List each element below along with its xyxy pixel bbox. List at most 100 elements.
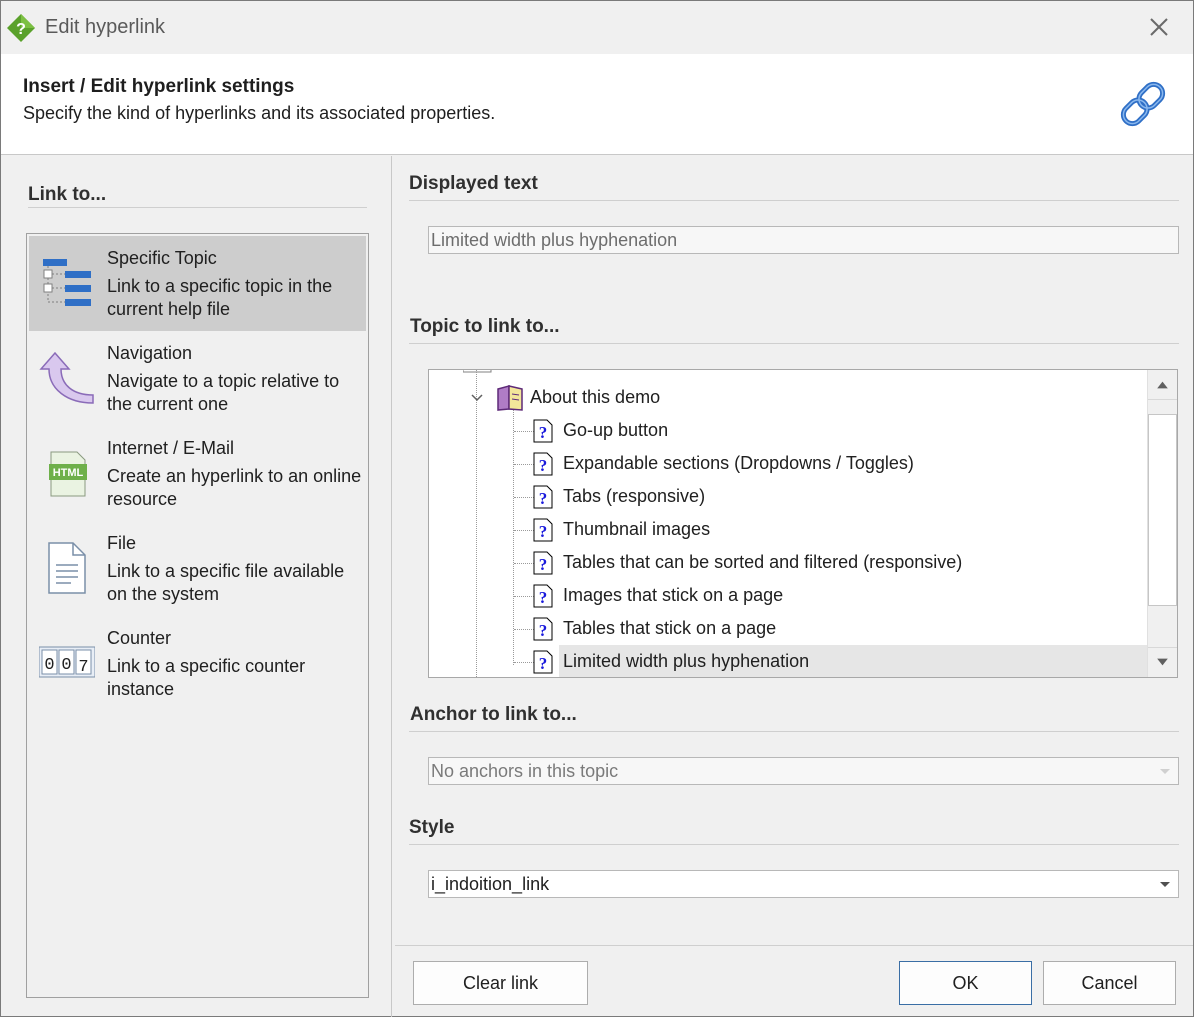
displayed-text-field[interactable]: Limited width plus hyphenation (428, 226, 1179, 254)
link-type-panel: Link to... Specific Topic Link to a spec… (1, 156, 392, 1017)
tree-node-topic[interactable]: ? Images that stick on a page (429, 579, 1147, 612)
window-title: Edit hyperlink (45, 16, 166, 38)
curved-arrow-icon (39, 351, 94, 404)
anchor-to-link-label: Anchor to link to... (410, 704, 577, 725)
link-type-internet-email[interactable]: HTML Internet / E-Mail Create an hyperli… (29, 426, 366, 521)
help-topic-icon: ? (533, 584, 553, 608)
svg-text:?: ? (539, 489, 548, 508)
link-type-counter[interactable]: 0 0 7 Counter Link to a specific counter… (29, 616, 366, 711)
style-select[interactable]: i_indoition_link (428, 870, 1179, 898)
edit-hyperlink-dialog: ? Edit hyperlink Insert / Edit hyperlink… (0, 0, 1194, 1017)
chevron-down-icon[interactable] (470, 393, 484, 403)
topic-divider (409, 343, 1179, 344)
help-topic-icon: ? (533, 617, 553, 641)
topic-tree-icon (43, 259, 91, 306)
tree-node-label: Images that stick on a page (563, 585, 784, 605)
tree-node-topic[interactable]: ? Tables that can be sorted and filtered… (429, 546, 1147, 579)
link-type-title: Navigation (107, 343, 193, 363)
scroll-up-arrow-icon[interactable] (1148, 370, 1177, 400)
link-type-description: Link to a specific file available on the… (107, 561, 345, 604)
svg-text:?: ? (539, 654, 548, 673)
link-to-heading: Link to... (28, 184, 107, 205)
link-type-list: Specific Topic Link to a specific topic … (26, 233, 369, 998)
anchor-select[interactable]: No anchors in this topic (428, 757, 1179, 785)
counter-digit: 0 (61, 656, 71, 675)
counter-digit: 0 (44, 656, 54, 675)
tree-node-label: Tables that stick on a page (563, 618, 777, 638)
link-type-navigation[interactable]: Navigation Navigate to a topic relative … (29, 331, 366, 426)
displayed-text-label: Displayed text (409, 173, 538, 194)
style-select-value: i_indoition_link (431, 874, 550, 894)
tree-node-label: Expandable sections (Dropdowns / Toggles… (563, 453, 914, 473)
displayed-text-divider (409, 200, 1179, 201)
link-type-title: File (107, 533, 137, 553)
tree-node-topic[interactable]: ? Thumbnail images (429, 513, 1147, 546)
style-label: Style (409, 817, 455, 838)
link-type-title: Internet / E-Mail (107, 438, 235, 458)
svg-text:HTML: HTML (53, 467, 84, 479)
link-to-divider (28, 207, 367, 208)
help-topic-icon: ? (533, 452, 553, 476)
clear-link-button[interactable]: Clear link (413, 961, 588, 1005)
help-topic-icon: ? (533, 485, 553, 509)
link-type-description: Create an hyperlink to an online resourc… (107, 466, 362, 509)
chevron-down-icon (1160, 769, 1170, 774)
buttons-divider (395, 945, 1193, 946)
chain-link-icon (1120, 81, 1166, 127)
link-type-description: Navigate to a topic relative to the curr… (107, 371, 340, 414)
dialog-header: Insert / Edit hyperlink settings Specify… (1, 54, 1193, 155)
svg-text:?: ? (539, 555, 548, 574)
svg-text:?: ? (539, 621, 548, 640)
tree-node-topic-selected[interactable]: ? Limited width plus hyphenation (429, 645, 1147, 677)
cancel-button[interactable]: Cancel (1043, 961, 1176, 1005)
html-page-icon: HTML (49, 451, 87, 497)
ok-button[interactable]: OK (899, 961, 1032, 1005)
folder-icon (463, 370, 492, 373)
tree-scrollbar[interactable] (1147, 370, 1177, 677)
style-divider (409, 844, 1179, 845)
link-type-title: Counter (107, 628, 172, 648)
help-topic-icon: ? (533, 419, 553, 443)
topic-tree: About this demo ? Go-up button ? Expanda… (428, 369, 1178, 678)
tree-node-topic[interactable]: ? Expandable sections (Dropdowns / Toggl… (429, 447, 1147, 480)
tree-node-label: Tables that can be sorted and filtered (… (563, 552, 963, 572)
help-question-diamond-icon: ? (7, 14, 35, 42)
svg-text:?: ? (539, 588, 548, 607)
svg-text:?: ? (16, 21, 26, 38)
help-topic-icon: ? (533, 518, 553, 542)
help-topic-icon: ? (533, 650, 553, 674)
tree-node-label: Limited width plus hyphenation (559, 645, 1147, 677)
scroll-thumb[interactable] (1148, 414, 1177, 606)
tree-node-label: About this demo (530, 387, 661, 407)
document-icon (48, 542, 86, 594)
header-subtitle: Specify the kind of hyperlinks and its a… (23, 103, 496, 123)
tree-node-label: Thumbnail images (563, 519, 711, 539)
tree-node-topic[interactable]: ? Tabs (responsive) (429, 480, 1147, 513)
link-type-description: Link to a specific counter instance (107, 656, 306, 699)
svg-text:?: ? (539, 456, 548, 475)
svg-text:?: ? (539, 423, 548, 442)
tree-node-topic[interactable]: ? Go-up button (429, 414, 1147, 447)
topic-to-link-label: Topic to link to... (410, 316, 560, 337)
tree-node-label: Tabs (responsive) (563, 486, 706, 506)
anchor-divider (409, 731, 1179, 732)
header-title: Insert / Edit hyperlink settings (23, 76, 295, 97)
link-type-specific-topic[interactable]: Specific Topic Link to a specific topic … (29, 236, 366, 331)
close-icon[interactable] (1145, 13, 1173, 41)
scroll-down-arrow-icon[interactable] (1148, 647, 1177, 677)
tree-node-topic[interactable]: ? Tables that stick on a page (429, 612, 1147, 645)
link-type-title: Specific Topic (107, 248, 217, 268)
help-topic-icon: ? (533, 551, 553, 575)
link-settings-panel: Displayed text Limited width plus hyphen… (393, 156, 1193, 1017)
tree-node-parent[interactable]: About this demo (429, 381, 1147, 414)
tree-node-label: Go-up button (563, 420, 669, 440)
chevron-down-icon (1160, 882, 1170, 887)
anchor-select-value: No anchors in this topic (431, 761, 619, 781)
link-type-file[interactable]: File Link to a specific file available o… (29, 521, 366, 616)
svg-text:?: ? (539, 522, 548, 541)
link-type-description: Link to a specific topic in the current … (107, 276, 333, 319)
book-open-icon (497, 385, 523, 411)
title-bar: ? Edit hyperlink (1, 1, 1193, 54)
counter-digit: 7 (78, 658, 88, 677)
counter-icon: 0 0 7 (39, 646, 95, 678)
